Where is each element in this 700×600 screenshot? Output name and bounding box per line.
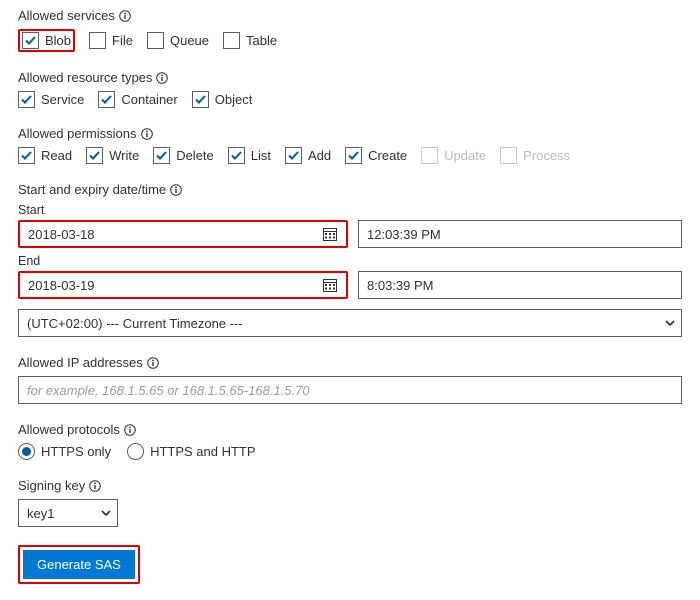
checkbox-blob[interactable]: Blob (18, 29, 75, 52)
checkbox-label: Read (41, 148, 72, 163)
allowed-protocols-title: Allowed protocols (18, 422, 682, 437)
signing-key-title: Signing key (18, 478, 682, 493)
allowed-ip-title: Allowed IP addresses (18, 355, 682, 370)
checkbox-create[interactable]: Create (345, 147, 407, 164)
checkbox-write[interactable]: Write (86, 147, 139, 164)
end-date-input[interactable] (20, 273, 346, 297)
end-label: End (18, 254, 682, 268)
checkbox-box (18, 91, 35, 108)
checkbox-label: Queue (170, 33, 209, 48)
checkbox-box (147, 32, 164, 49)
allowed-services-title: Allowed services (18, 8, 682, 23)
radio-circle (18, 443, 35, 460)
allowed-resource-types-title: Allowed resource types (18, 70, 682, 85)
radio-circle (127, 443, 144, 460)
checkbox-label: Container (121, 92, 177, 107)
allowed-permissions-title: Allowed permissions (18, 126, 682, 141)
datetime-section: Start and expiry date/time Start End (UT… (18, 182, 682, 337)
checkbox-label: Service (41, 92, 84, 107)
checkbox-queue[interactable]: Queue (147, 32, 209, 49)
radio-label: HTTPS and HTTP (150, 444, 255, 459)
checkbox-container[interactable]: Container (98, 91, 177, 108)
checkbox-box (86, 147, 103, 164)
checkbox-box (223, 32, 240, 49)
signing-key-label: Signing key (18, 478, 85, 493)
checkbox-box (98, 91, 115, 108)
checkbox-file[interactable]: File (89, 32, 133, 49)
allowed-ip-label: Allowed IP addresses (18, 355, 143, 370)
start-time-field[interactable] (358, 220, 682, 248)
signing-key-select[interactable]: key1 (18, 499, 118, 527)
checkbox-label: Table (246, 33, 277, 48)
checkbox-label: Create (368, 148, 407, 163)
checkbox-table[interactable]: Table (223, 32, 277, 49)
allowed-permissions-section: Allowed permissions Read Write Delete List A… (18, 126, 682, 164)
radio-https-and-http[interactable]: HTTPS and HTTP (127, 443, 255, 460)
start-label: Start (18, 203, 682, 217)
checkbox-box (285, 147, 302, 164)
checkbox-read[interactable]: Read (18, 147, 72, 164)
allowed-ip-section: Allowed IP addresses (18, 355, 682, 404)
checkbox-update: Update (421, 147, 486, 164)
checkbox-service[interactable]: Service (18, 91, 84, 108)
start-date-field[interactable] (18, 220, 348, 248)
checkbox-object[interactable]: Object (192, 91, 253, 108)
end-time-input[interactable] (358, 271, 682, 299)
allowed-services-section: Allowed services Blob File Queue Table (18, 8, 682, 52)
datetime-label: Start and expiry date/time (18, 182, 166, 197)
checkbox-box (153, 147, 170, 164)
allowed-protocols-label: Allowed protocols (18, 422, 120, 437)
generate-sas-highlight: Generate SAS (18, 545, 140, 584)
checkbox-delete[interactable]: Delete (153, 147, 214, 164)
end-time-field[interactable] (358, 271, 682, 299)
info-icon[interactable] (124, 424, 136, 436)
info-icon[interactable] (89, 480, 101, 492)
checkbox-label: Write (109, 148, 139, 163)
checkbox-add[interactable]: Add (285, 147, 331, 164)
checkbox-box (192, 91, 209, 108)
info-icon[interactable] (119, 10, 131, 22)
radio-label: HTTPS only (41, 444, 111, 459)
allowed-protocols-section: Allowed protocols HTTPS only HTTPS and HT… (18, 422, 682, 460)
permissions-label: Allowed permissions (18, 126, 137, 141)
info-icon[interactable] (170, 184, 182, 196)
checkbox-list[interactable]: List (228, 147, 271, 164)
checkbox-label: Update (444, 148, 486, 163)
timezone-value: (UTC+02:00) --- Current Timezone --- (27, 316, 243, 331)
checkbox-box (421, 147, 438, 164)
checkbox-box (89, 32, 106, 49)
generate-sas-button[interactable]: Generate SAS (23, 550, 135, 579)
checkbox-process: Process (500, 147, 570, 164)
resource-types-label: Allowed resource types (18, 70, 152, 85)
info-icon[interactable] (141, 128, 153, 140)
info-icon[interactable] (147, 357, 159, 369)
signing-key-section: Signing key key1 (18, 478, 682, 527)
allowed-services-label: Allowed services (18, 8, 115, 23)
checkbox-box (22, 32, 39, 49)
checkbox-box (345, 147, 362, 164)
checkbox-label: File (112, 33, 133, 48)
start-date-input[interactable] (20, 222, 346, 246)
datetime-title: Start and expiry date/time (18, 182, 682, 197)
start-time-input[interactable] (358, 220, 682, 248)
checkbox-box (228, 147, 245, 164)
checkbox-label: Process (523, 148, 570, 163)
signing-key-value: key1 (27, 506, 54, 521)
timezone-select[interactable]: (UTC+02:00) --- Current Timezone --- (18, 309, 682, 337)
info-icon[interactable] (156, 72, 168, 84)
end-date-field[interactable] (18, 271, 348, 299)
checkbox-box (500, 147, 517, 164)
checkbox-label: Object (215, 92, 253, 107)
checkbox-box (18, 147, 35, 164)
allowed-ip-input[interactable] (18, 376, 682, 404)
allowed-resource-types-section: Allowed resource types Service Container O… (18, 70, 682, 108)
checkbox-label: Blob (45, 33, 71, 48)
checkbox-label: Add (308, 148, 331, 163)
radio-https-only[interactable]: HTTPS only (18, 443, 111, 460)
checkbox-label: List (251, 148, 271, 163)
checkbox-label: Delete (176, 148, 214, 163)
